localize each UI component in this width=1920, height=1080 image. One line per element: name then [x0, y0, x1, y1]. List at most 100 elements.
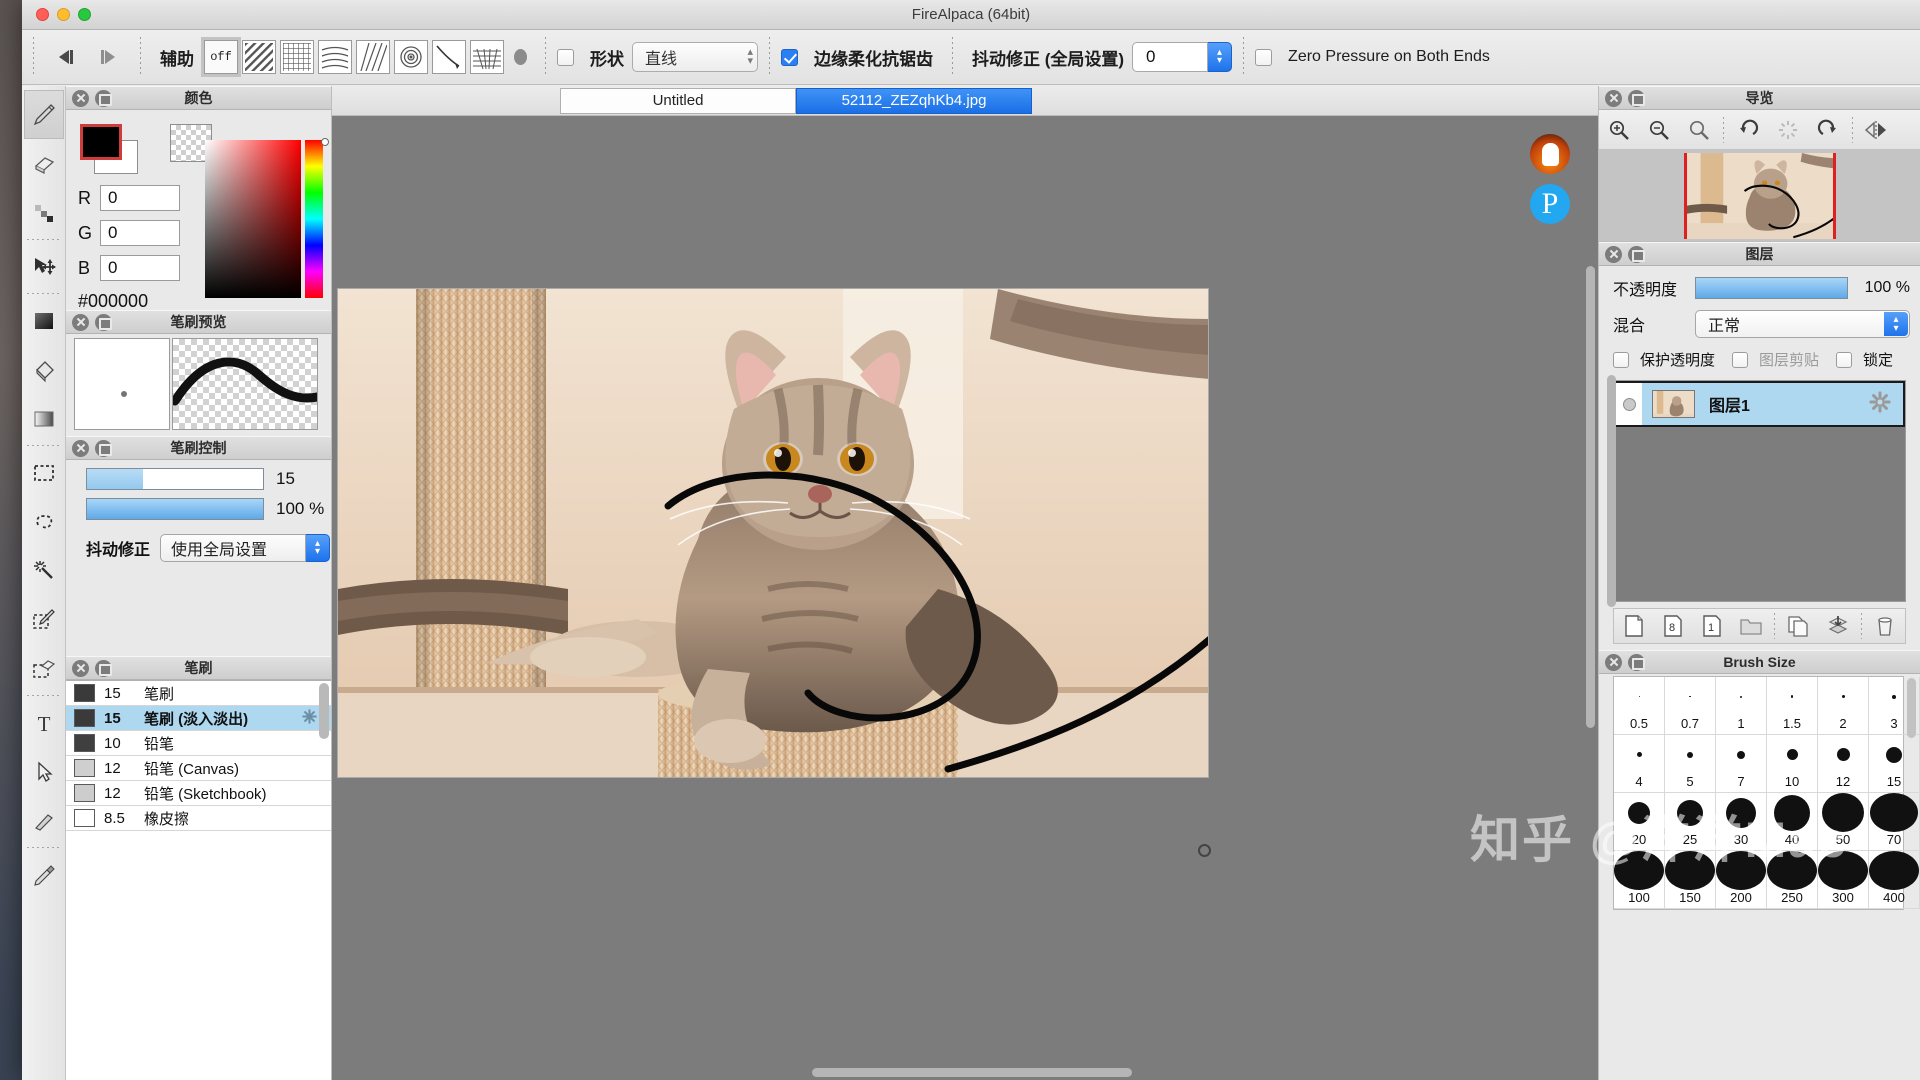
- bucket-tool[interactable]: [24, 345, 64, 394]
- canvas-horizontal-scrollbar[interactable]: [812, 1068, 1132, 1077]
- brush-settings-gear-icon[interactable]: [302, 708, 317, 728]
- blur-tool[interactable]: [24, 188, 64, 237]
- brush-list-item[interactable]: 12 铅笔 (Canvas): [66, 756, 331, 781]
- brush-opacity-value[interactable]: 100 %: [276, 499, 324, 519]
- delete-layer-icon[interactable]: [1866, 614, 1905, 638]
- next-frame-icon[interactable]: [87, 48, 129, 66]
- magic-wand-tool[interactable]: [24, 546, 64, 595]
- rotate-right-icon[interactable]: [1808, 119, 1848, 141]
- brush-size-value[interactable]: 15: [276, 469, 295, 489]
- brush-list-item[interactable]: 15 笔刷 (淡入淡出): [66, 706, 331, 731]
- saturation-value-picker[interactable]: [205, 140, 301, 298]
- add-folder-icon[interactable]: [1731, 615, 1770, 637]
- brush-size-cell[interactable]: 400: [1869, 851, 1920, 909]
- layer-blend-select[interactable]: 正常 ▴ ▾: [1695, 310, 1910, 338]
- ruler-vanishing-icon[interactable]: [432, 40, 466, 74]
- brush-size-cell[interactable]: 30: [1716, 793, 1767, 851]
- brush-list-item[interactable]: 10 铅笔: [66, 731, 331, 756]
- layer-settings-gear-icon[interactable]: [1869, 391, 1891, 418]
- brush-list-item[interactable]: 15 笔刷: [66, 681, 331, 706]
- brush-size-cell[interactable]: 12: [1818, 735, 1869, 793]
- gradient-tool[interactable]: [24, 394, 64, 443]
- rotate-reset-icon[interactable]: [1768, 119, 1808, 141]
- brush-size-cell[interactable]: 20: [1614, 793, 1665, 851]
- brush-size-cell[interactable]: 7: [1716, 735, 1767, 793]
- brush-size-cell[interactable]: 5: [1665, 735, 1716, 793]
- zoom-in-icon[interactable]: [1599, 119, 1639, 141]
- select-eraser-tool[interactable]: [24, 644, 64, 693]
- brush-list-scrollbar[interactable]: [319, 683, 329, 739]
- brush-size-cell[interactable]: 300: [1818, 851, 1869, 909]
- ruler-off-icon[interactable]: off: [201, 37, 241, 77]
- brush-size-slider[interactable]: [86, 468, 264, 490]
- brush-size-cell[interactable]: 250: [1767, 851, 1818, 909]
- move-tool[interactable]: [24, 242, 64, 291]
- stabilizer-stepper[interactable]: 0 ▴ ▾: [1132, 42, 1233, 72]
- duplicate-layer-icon[interactable]: [1779, 614, 1818, 638]
- lock-checkbox[interactable]: [1836, 351, 1853, 368]
- hue-slider[interactable]: [305, 140, 323, 298]
- brush-size-grid[interactable]: 0.5 0.7 1 1.5 2 3 4 5 7 10 12 15 20 25 30 40 50 70 100 150 2…: [1613, 676, 1920, 910]
- red-input[interactable]: 0: [100, 185, 180, 211]
- layers-list[interactable]: 图层1: [1607, 375, 1906, 607]
- brush-size-cell[interactable]: 2: [1818, 677, 1869, 735]
- layer-visibility-toggle[interactable]: [1616, 383, 1642, 425]
- zoom-reset-icon[interactable]: [1679, 119, 1719, 141]
- foreground-color-swatch[interactable]: [80, 124, 122, 160]
- brush-opacity-slider[interactable]: [86, 498, 264, 520]
- brush-size-cell[interactable]: 150: [1665, 851, 1716, 909]
- brush-stabilizer-arrows[interactable]: ▴ ▾: [306, 534, 331, 562]
- brush-size-scrollbar[interactable]: [1907, 678, 1916, 738]
- prev-frame-icon[interactable]: [45, 48, 87, 66]
- canvas-vertical-scrollbar[interactable]: [1586, 266, 1595, 728]
- rotate-left-icon[interactable]: [1728, 119, 1768, 141]
- antialias-checkbox[interactable]: [781, 48, 798, 66]
- brush-list-item[interactable]: 8.5 橡皮擦: [66, 806, 331, 831]
- ruler-dot-icon[interactable]: [506, 49, 534, 65]
- select-pen-tool[interactable]: [24, 595, 64, 644]
- layer-item[interactable]: 图层1: [1614, 381, 1905, 427]
- zero-pressure-checkbox[interactable]: [1255, 48, 1273, 66]
- rect-select-tool[interactable]: [24, 448, 64, 497]
- brush-size-cell[interactable]: 0.7: [1665, 677, 1716, 735]
- brush-size-cell[interactable]: 70: [1869, 793, 1920, 851]
- ruler-concentric-icon[interactable]: [394, 40, 428, 74]
- brush-size-cell[interactable]: 15: [1869, 735, 1920, 793]
- layers-scrollbar[interactable]: [1607, 375, 1616, 607]
- clipping-checkbox[interactable]: [1732, 351, 1749, 368]
- shape-select[interactable]: 直线 ▴ ▾: [632, 42, 758, 72]
- brush-list-item[interactable]: 12 铅笔 (Sketchbook): [66, 781, 331, 806]
- fill-tool[interactable]: [24, 296, 64, 345]
- ruler-perspective-icon[interactable]: [470, 40, 504, 74]
- stabilizer-value[interactable]: 0: [1132, 42, 1209, 72]
- navigator-preview[interactable]: [1599, 150, 1920, 242]
- add-1bit-layer-icon[interactable]: 1: [1692, 614, 1731, 638]
- chevron-updown-icon[interactable]: ▴ ▾: [1884, 312, 1908, 336]
- canvas-image[interactable]: [337, 288, 1209, 778]
- merge-down-icon[interactable]: [1818, 614, 1857, 638]
- brush-size-cell[interactable]: 0.5: [1614, 677, 1665, 735]
- eyedropper-tool[interactable]: [24, 850, 64, 899]
- zoom-out-icon[interactable]: [1639, 119, 1679, 141]
- add-8bit-layer-icon[interactable]: 8: [1653, 614, 1692, 638]
- operation-tool[interactable]: [24, 747, 64, 796]
- canvas-area[interactable]: P: [332, 116, 1598, 1080]
- layer-opacity-slider[interactable]: [1695, 277, 1848, 299]
- eraser-tool[interactable]: [24, 139, 64, 188]
- brush-list[interactable]: 15 笔刷 15 笔刷 (淡入淡出) 10 铅笔 12 铅笔 (Canvas) 12 铅笔 (Sk…: [66, 680, 331, 1080]
- brush-size-cell[interactable]: 200: [1716, 851, 1767, 909]
- ruler-curve-icon[interactable]: [318, 40, 352, 74]
- shape-checkbox[interactable]: [557, 48, 574, 66]
- brush-size-cell[interactable]: 40: [1767, 793, 1818, 851]
- text-tool[interactable]: T: [24, 698, 64, 747]
- brush-stabilizer-select[interactable]: 使用全局设置 ▴ ▾: [160, 534, 331, 562]
- document-tab[interactable]: Untitled: [560, 87, 796, 114]
- protect-alpha-checkbox[interactable]: [1613, 351, 1629, 368]
- add-layer-icon[interactable]: [1614, 614, 1653, 638]
- ruler-parallel-icon[interactable]: [242, 40, 276, 74]
- brush-size-cell[interactable]: 10: [1767, 735, 1818, 793]
- pen-tool[interactable]: [23, 90, 64, 139]
- brush-size-cell[interactable]: 1: [1716, 677, 1767, 735]
- lasso-select-tool[interactable]: [24, 497, 64, 546]
- brush-size-cell[interactable]: 25: [1665, 793, 1716, 851]
